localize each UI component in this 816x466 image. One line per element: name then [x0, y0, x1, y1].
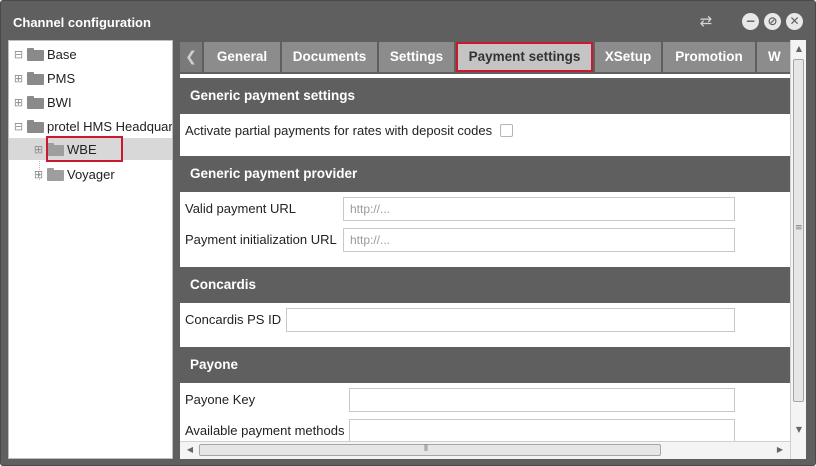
- partial-payments-label: Activate partial payments for rates with…: [185, 123, 493, 138]
- tree-item-label: Voyager: [67, 166, 115, 182]
- channel-tree: ⊟ Base ⊞ PMS ⊞ BWI ⊟ protel HMS Headquar…: [8, 40, 173, 459]
- payment-init-url-label: Payment initialization URL: [185, 232, 337, 247]
- tree-item-protel-hms[interactable]: ⊟ protel HMS Headquar: [13, 115, 173, 137]
- expand-icon[interactable]: ⊞: [13, 73, 24, 84]
- tab-xsetup[interactable]: XSetup: [595, 42, 661, 72]
- folder-icon: [27, 119, 44, 133]
- payone-key-label: Payone Key: [185, 392, 256, 407]
- tab-bar: ❮ General Documents Settings Payment set…: [180, 40, 790, 74]
- tree-item-label: Base: [47, 46, 77, 62]
- folder-icon: [27, 71, 44, 85]
- channel-configuration-window: Channel configuration ⇄ − ⊘ ✕ ⊟ Base ⊞ P…: [0, 0, 816, 466]
- payment-init-url-input[interactable]: [343, 228, 735, 252]
- tab-w[interactable]: W: [757, 42, 790, 72]
- payone-key-input[interactable]: [349, 388, 735, 412]
- tree-item-base[interactable]: ⊟ Base: [13, 43, 77, 65]
- tab-general[interactable]: General: [204, 42, 280, 72]
- folder-icon: [27, 47, 44, 61]
- valid-payment-url-label: Valid payment URL: [185, 201, 297, 216]
- folder-icon: [47, 167, 64, 181]
- tab-scroll-left-icon[interactable]: ❮: [180, 42, 202, 72]
- title-bar: Channel configuration ⇄ − ⊘ ✕: [1, 1, 815, 39]
- scroll-left-icon[interactable]: ◀: [182, 443, 198, 457]
- section-header-payone: Payone: [180, 347, 790, 383]
- tree-item-voyager[interactable]: ⊞ Voyager: [33, 163, 115, 185]
- partial-payments-checkbox[interactable]: [500, 124, 513, 137]
- grip-icon: ⦀: [424, 444, 428, 454]
- tab-payment-settings[interactable]: Payment settings: [456, 42, 593, 72]
- valid-payment-url-input[interactable]: [343, 197, 735, 221]
- scroll-right-icon[interactable]: ▶: [772, 443, 788, 457]
- folder-icon: [27, 95, 44, 109]
- tree-item-label: protel HMS Headquar: [47, 118, 173, 134]
- concardis-ps-id-input[interactable]: [286, 308, 735, 332]
- tab-promotion[interactable]: Promotion: [663, 42, 755, 72]
- minimize-icon[interactable]: −: [742, 13, 759, 30]
- close-icon[interactable]: ✕: [786, 13, 803, 30]
- tree-item-pms[interactable]: ⊞ PMS: [13, 67, 75, 89]
- horizontal-scrollbar[interactable]: ◀ ⦀ ▶: [180, 441, 790, 459]
- expand-icon[interactable]: ⊞: [13, 97, 24, 108]
- scroll-down-icon[interactable]: ▼: [791, 423, 806, 437]
- expand-icon[interactable]: ⊞: [33, 144, 44, 155]
- tab-documents[interactable]: Documents: [282, 42, 377, 72]
- payment-methods-label: Available payment methods: [185, 423, 345, 438]
- horizontal-scroll-thumb[interactable]: ⦀: [199, 444, 661, 456]
- vertical-scrollbar[interactable]: ▲ ≡ ▼: [790, 40, 806, 459]
- payment-methods-input[interactable]: [349, 419, 735, 443]
- tab-settings[interactable]: Settings: [379, 42, 454, 72]
- tree-item-label: PMS: [47, 70, 76, 86]
- grip-icon: ≡: [795, 223, 803, 233]
- settings-panel: ❮ General Documents Settings Payment set…: [180, 40, 806, 459]
- selection-highlight-box: [46, 136, 123, 162]
- section-header-generic-provider: Generic payment provider: [180, 156, 790, 192]
- swap-icon[interactable]: ⇄: [697, 13, 715, 29]
- concardis-ps-id-label: Concardis PS ID: [185, 312, 282, 327]
- tree-item-bwi[interactable]: ⊞ BWI: [13, 91, 72, 113]
- tree-item-label: BWI: [47, 94, 72, 110]
- vertical-scroll-thumb[interactable]: ≡: [793, 59, 804, 402]
- section-header-generic-settings: Generic payment settings: [180, 78, 790, 114]
- collapse-icon[interactable]: ⊟: [13, 49, 24, 60]
- section-header-concardis: Concardis: [180, 267, 790, 303]
- maximize-icon[interactable]: ⊘: [764, 13, 781, 30]
- collapse-icon[interactable]: ⊟: [13, 121, 24, 132]
- expand-icon[interactable]: ⊞: [33, 169, 44, 180]
- scroll-up-icon[interactable]: ▲: [791, 42, 806, 56]
- window-title: Channel configuration: [13, 15, 151, 30]
